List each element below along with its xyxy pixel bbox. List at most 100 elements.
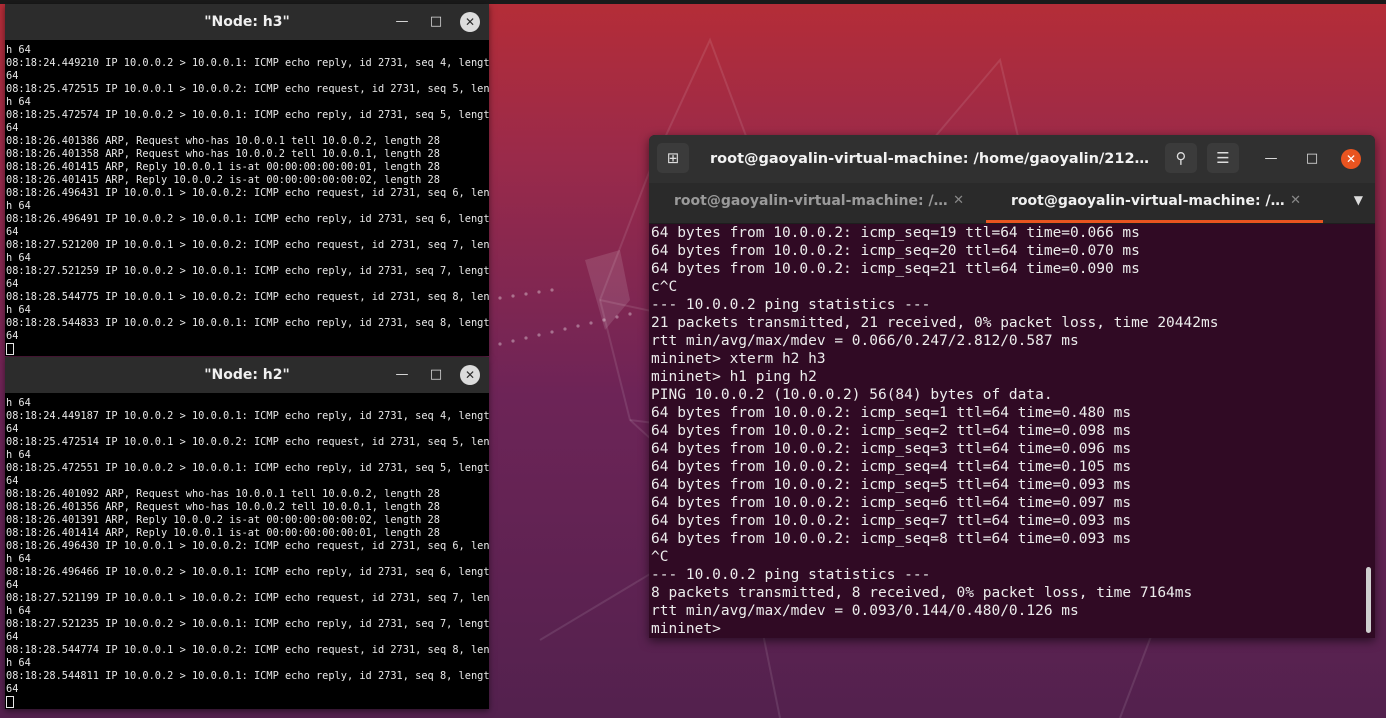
- new-tab-icon[interactable]: ⊞: [657, 143, 689, 173]
- terminal-line: 64 bytes from 10.0.0.2: icmp_seq=1 ttl=6…: [651, 405, 1132, 421]
- terminal-line: 08:18:27.521199 IP 10.0.0.1 > 10.0.0.2: …: [6, 592, 489, 604]
- terminal-line: 64 bytes from 10.0.0.2: icmp_seq=21 ttl=…: [651, 261, 1140, 277]
- minimize-icon[interactable]: —: [392, 365, 412, 385]
- terminal-line: 08:18:26.496430 IP 10.0.0.1 > 10.0.0.2: …: [6, 540, 489, 552]
- terminal-line: 08:18:25.472574 IP 10.0.0.2 > 10.0.0.1: …: [6, 109, 489, 121]
- terminal-output[interactable]: h 64 08:18:24.449187 IP 10.0.0.2 > 10.0.0…: [5, 395, 489, 709]
- tab-bar: root@gaoyalin-virtual-machine: /ho... ✕ …: [649, 183, 1375, 224]
- terminal-line: mininet>: [651, 621, 730, 637]
- terminal-line: h 64: [6, 553, 31, 565]
- terminal-line: 08:18:24.449187 IP 10.0.0.2 > 10.0.0.1: …: [6, 410, 489, 422]
- terminal-line: 64 bytes from 10.0.0.2: icmp_seq=4 ttl=6…: [651, 459, 1132, 475]
- terminal-line: 64: [6, 683, 19, 695]
- terminal-line: rtt min/avg/max/mdev = 0.093/0.144/0.480…: [651, 603, 1079, 619]
- window-title: "Node: h3": [204, 14, 290, 30]
- terminal-line: mininet> xterm h2 h3: [651, 351, 826, 367]
- terminal-line: 64: [6, 423, 19, 435]
- terminal-line: 08:18:26.496466 IP 10.0.0.2 > 10.0.0.1: …: [6, 566, 489, 578]
- xterm-window-h3[interactable]: "Node: h3" — □ ✕ h 64 08:18:24.449210 IP …: [5, 4, 489, 356]
- terminal-line: 64: [6, 122, 19, 134]
- terminal-line: 64: [6, 278, 19, 290]
- tab-label: root@gaoyalin-virtual-machine: /ho...: [674, 193, 949, 209]
- window-title: "Node: h2": [204, 367, 290, 383]
- terminal-line: 08:18:24.449210 IP 10.0.0.2 > 10.0.0.1: …: [6, 57, 489, 69]
- close-tab-icon[interactable]: ✕: [1290, 183, 1301, 219]
- tab-2[interactable]: root@gaoyalin-virtual-machine: /ho... ✕: [986, 183, 1323, 223]
- terminal-line: 08:18:28.544833 IP 10.0.0.2 > 10.0.0.1: …: [6, 317, 489, 329]
- tab-1[interactable]: root@gaoyalin-virtual-machine: /ho... ✕: [649, 183, 986, 223]
- terminal-line: PING 10.0.0.2 (10.0.0.2) 56(84) bytes of…: [651, 387, 1053, 403]
- close-tab-icon[interactable]: ✕: [953, 183, 964, 219]
- terminal-line: 64: [6, 631, 19, 643]
- terminal-line: h 64: [6, 449, 31, 461]
- close-icon[interactable]: ✕: [460, 365, 480, 385]
- tab-label: root@gaoyalin-virtual-machine: /ho...: [1011, 193, 1286, 209]
- terminal-line: c^C: [651, 279, 678, 295]
- terminal-line: mininet> h1 ping h2: [651, 369, 817, 385]
- terminal-line: 08:18:25.472514 IP 10.0.0.1 > 10.0.0.2: …: [6, 436, 489, 448]
- terminal-line: 21 packets transmitted, 21 received, 0% …: [651, 315, 1219, 331]
- close-icon[interactable]: ✕: [1341, 149, 1361, 169]
- active-tab-indicator: [986, 220, 1323, 223]
- minimize-icon[interactable]: —: [392, 12, 412, 32]
- terminal-line: 08:18:26.401386 ARP, Request who-has 10.…: [6, 135, 440, 147]
- terminal-line: --- 10.0.0.2 ping statistics ---: [651, 297, 931, 313]
- terminal-line: 08:18:26.401414 ARP, Reply 10.0.0.1 is-a…: [6, 527, 440, 539]
- terminal-output[interactable]: h 64 08:18:24.449210 IP 10.0.0.2 > 10.0.0…: [5, 42, 489, 356]
- terminal-line: 08:18:26.401358 ARP, Request who-has 10.…: [6, 148, 440, 160]
- xterm-titlebar[interactable]: "Node: h2" — □ ✕: [5, 357, 489, 393]
- header-bar[interactable]: ⊞ root@gaoyalin-virtual-machine: /home/g…: [649, 135, 1375, 183]
- terminal-line: 64: [6, 226, 19, 238]
- terminal-line: 08:18:26.401415 ARP, Reply 10.0.0.1 is-a…: [6, 161, 440, 173]
- terminal-line: 64 bytes from 10.0.0.2: icmp_seq=5 ttl=6…: [651, 477, 1132, 493]
- maximize-icon[interactable]: □: [426, 12, 446, 32]
- terminal-line: 64 bytes from 10.0.0.2: icmp_seq=20 ttl=…: [651, 243, 1140, 259]
- terminal-line: h 64: [6, 605, 31, 617]
- maximize-icon[interactable]: □: [1302, 149, 1322, 169]
- terminal-line: 64 bytes from 10.0.0.2: icmp_seq=6 ttl=6…: [651, 495, 1132, 511]
- terminal-line: h 64: [6, 252, 31, 264]
- terminal-line: 08:18:25.472551 IP 10.0.0.2 > 10.0.0.1: …: [6, 462, 489, 474]
- chevron-down-icon[interactable]: ▼: [1354, 193, 1363, 207]
- cursor-line: [6, 343, 488, 356]
- xterm-titlebar[interactable]: "Node: h3" — □ ✕: [5, 4, 489, 40]
- terminal-output[interactable]: 64 bytes from 10.0.0.2: icmp_seq=19 ttl=…: [651, 224, 1365, 638]
- terminal-line: 08:18:26.401415 ARP, Reply 10.0.0.2 is-a…: [6, 174, 440, 186]
- terminal-line: h 64: [6, 304, 31, 316]
- terminal-line: 64 bytes from 10.0.0.2: icmp_seq=7 ttl=6…: [651, 513, 1132, 529]
- terminal-line: 64 bytes from 10.0.0.2: icmp_seq=8 ttl=6…: [651, 531, 1132, 547]
- terminal-line: ^C: [651, 549, 669, 565]
- terminal-line: h 64: [6, 200, 31, 212]
- terminal-line: 08:18:28.544775 IP 10.0.0.1 > 10.0.0.2: …: [6, 291, 489, 303]
- terminal-line: 64: [6, 330, 19, 342]
- search-icon[interactable]: ⚲: [1165, 143, 1197, 173]
- minimize-icon[interactable]: —: [1261, 149, 1281, 169]
- terminal-line: 08:18:28.544774 IP 10.0.0.1 > 10.0.0.2: …: [6, 644, 489, 656]
- terminal-line: 08:18:25.472515 IP 10.0.0.1 > 10.0.0.2: …: [6, 83, 489, 95]
- terminal-line: 64 bytes from 10.0.0.2: icmp_seq=19 ttl=…: [651, 225, 1140, 241]
- close-icon[interactable]: ✕: [460, 12, 480, 32]
- terminal-line: 8 packets transmitted, 8 received, 0% pa…: [651, 585, 1193, 601]
- gnome-terminal-window[interactable]: ⊞ root@gaoyalin-virtual-machine: /home/g…: [649, 135, 1375, 638]
- terminal-line: h 64: [6, 96, 31, 108]
- scrollbar[interactable]: [1366, 567, 1371, 633]
- window-title: root@gaoyalin-virtual-machine: /home/gao…: [710, 151, 1152, 167]
- terminal-line: 64: [6, 70, 19, 82]
- terminal-line: 08:18:27.521235 IP 10.0.0.2 > 10.0.0.1: …: [6, 618, 489, 630]
- terminal-line: h 64: [6, 44, 31, 56]
- terminal-line: rtt min/avg/max/mdev = 0.066/0.247/2.812…: [651, 333, 1079, 349]
- terminal-line: 64: [6, 475, 19, 487]
- terminal-line: 08:18:26.401391 ARP, Reply 10.0.0.2 is-a…: [6, 514, 440, 526]
- terminal-cursor: [6, 696, 14, 708]
- terminal-cursor: [6, 343, 14, 355]
- maximize-icon[interactable]: □: [426, 365, 446, 385]
- cursor-line: [6, 696, 488, 709]
- terminal-line: 08:18:28.544811 IP 10.0.0.2 > 10.0.0.1: …: [6, 670, 489, 682]
- xterm-window-h2[interactable]: "Node: h2" — □ ✕ h 64 08:18:24.449187 IP …: [5, 357, 489, 709]
- hamburger-menu-icon[interactable]: ☰: [1207, 143, 1239, 173]
- terminal-line: 08:18:26.496491 IP 10.0.0.2 > 10.0.0.1: …: [6, 213, 489, 225]
- terminal-line: 64 bytes from 10.0.0.2: icmp_seq=2 ttl=6…: [651, 423, 1132, 439]
- terminal-line: 08:18:26.401092 ARP, Request who-has 10.…: [6, 488, 440, 500]
- terminal-line: 08:18:26.496431 IP 10.0.0.1 > 10.0.0.2: …: [6, 187, 489, 199]
- terminal-line: h 64: [6, 657, 31, 669]
